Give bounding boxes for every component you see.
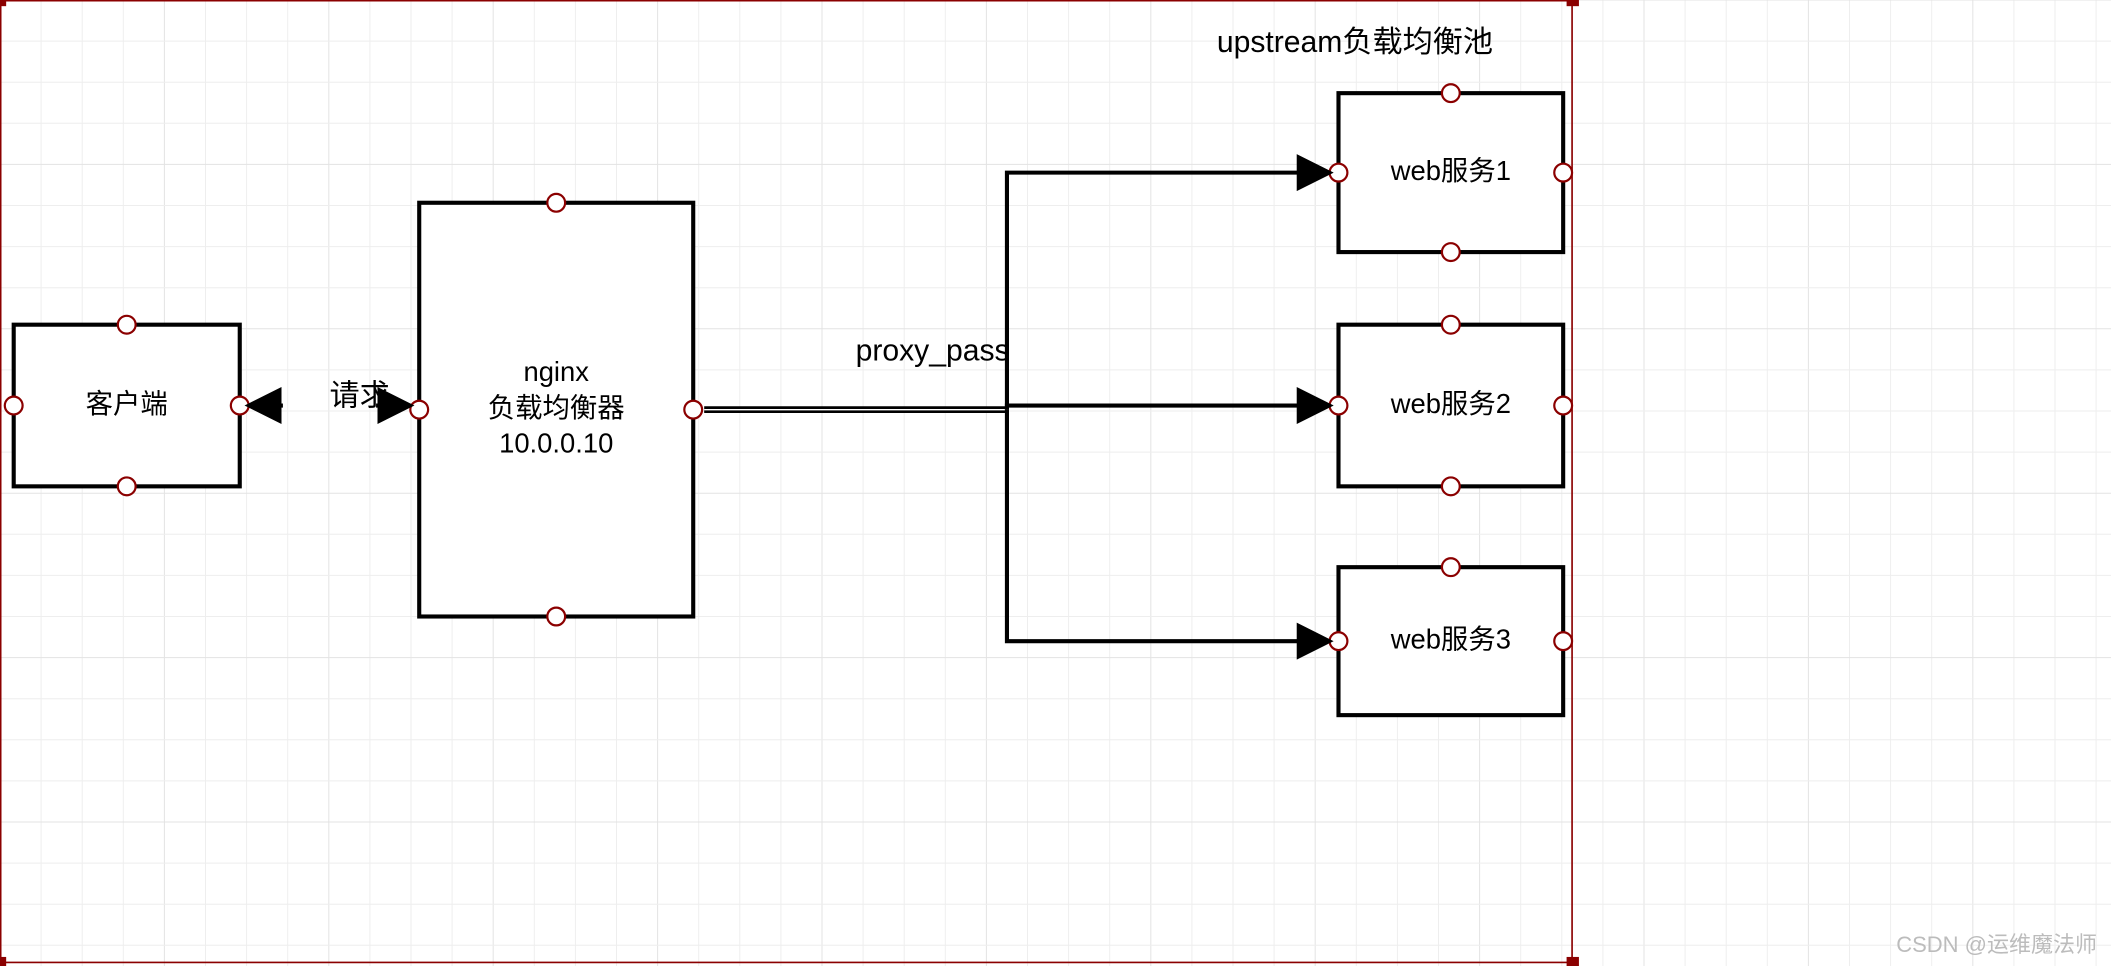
node-nginx-label-line-1: 负载均衡器 [488, 392, 625, 423]
watermark: CSDN @运维魔法师 [1896, 932, 2097, 957]
resize-handle[interactable] [1330, 164, 1348, 182]
resize-handle[interactable] [231, 397, 249, 415]
node-nginx-label-line-0: nginx [523, 356, 589, 387]
resize-handle[interactable] [410, 401, 428, 419]
diagram-layer: 客户端 nginx 负载均衡器 10.0.0.10 web服务1 web服务2 web服务3… [0, 0, 1578, 966]
resize-handle[interactable] [1442, 316, 1460, 334]
resize-handle[interactable] [1442, 477, 1460, 495]
edge-client-nginx[interactable]: 请求 [251, 379, 409, 413]
node-web3[interactable]: web服务3 [1330, 558, 1572, 715]
resize-handle[interactable] [1442, 558, 1460, 576]
node-web1-label-line-0: web服务1 [1390, 155, 1511, 186]
edge-branch-web3[interactable] [1007, 410, 1328, 642]
edge-client-nginx-label: 请求 [329, 379, 389, 413]
node-nginx-label-line-2: 10.0.0.10 [499, 427, 613, 458]
resize-handle[interactable] [1442, 243, 1460, 261]
resize-handle[interactable] [547, 608, 565, 626]
edge-nginx-pool[interactable]: proxy_pass [704, 173, 1327, 642]
edge-branch-web2[interactable] [1007, 406, 1328, 410]
node-web2[interactable]: web服务2 [1330, 316, 1572, 495]
node-client[interactable]: 客户端 [5, 316, 249, 495]
resize-handle[interactable] [1330, 397, 1348, 415]
resize-handle[interactable] [1330, 632, 1348, 650]
resize-handle[interactable] [1442, 84, 1460, 102]
node-web3-label-line-0: web服务3 [1390, 623, 1511, 654]
resize-handle[interactable] [1554, 164, 1572, 182]
resize-handle[interactable] [5, 397, 23, 415]
node-web1[interactable]: web服务1 [1330, 84, 1572, 261]
node-nginx[interactable]: nginx 负载均衡器 10.0.0.10 [410, 194, 702, 626]
resize-handle[interactable] [684, 401, 702, 419]
node-client-label-line-0: 客户端 [86, 388, 168, 419]
node-web2-label-line-0: web服务2 [1390, 388, 1511, 419]
resize-handle[interactable] [547, 194, 565, 212]
resize-handle[interactable] [118, 477, 136, 495]
edge-branch-web1[interactable] [1007, 173, 1328, 410]
edge-nginx-pool-label: proxy_pass [856, 334, 1010, 367]
resize-handle[interactable] [118, 316, 136, 334]
grid [0, 0, 2111, 966]
resize-handle[interactable] [1554, 632, 1572, 650]
pool-title: upstream负载均衡池 [1217, 25, 1493, 59]
resize-handle[interactable] [1554, 397, 1572, 415]
